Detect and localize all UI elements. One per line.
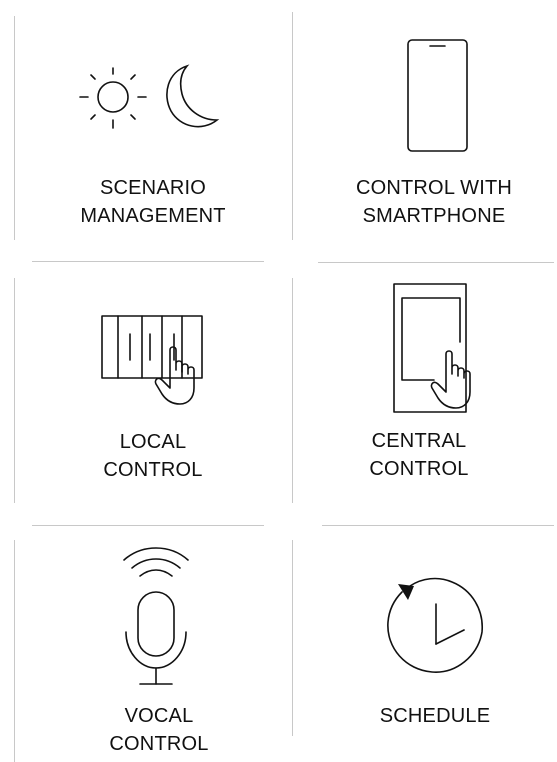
- label-line: SMARTPHONE: [362, 205, 506, 227]
- divider-horizontal-row1-right: [318, 262, 554, 263]
- tablet-touch-icon: [392, 282, 502, 414]
- label-line: CONTROL: [103, 459, 203, 481]
- feature-label-central: CENTRAL CONTROL: [334, 427, 504, 483]
- feature-label-vocal: VOCAL CONTROL: [84, 702, 234, 758]
- divider-horizontal-row2-right: [322, 525, 554, 526]
- divider-left-row3: [14, 540, 15, 762]
- divider-left-row1: [14, 16, 15, 240]
- label-line: CONTROL: [369, 458, 469, 480]
- label-line: CENTRAL: [371, 430, 467, 452]
- feature-label-schedule: SCHEDULE: [350, 702, 520, 730]
- divider-horizontal-row2-left: [32, 525, 264, 526]
- label-line: MANAGEMENT: [80, 205, 226, 227]
- feature-label-scenario: SCENARIO MANAGEMENT: [58, 174, 248, 230]
- feature-label-smartphone: CONTROL WITH SMARTPHONE: [334, 174, 534, 230]
- divider-center-row1: [292, 12, 293, 240]
- label-line: SCENARIO: [99, 177, 207, 199]
- feature-label-local: LOCAL CONTROL: [58, 428, 248, 484]
- label-line: LOCAL: [119, 431, 187, 453]
- divider-center-row3: [292, 540, 293, 736]
- label-line: CONTROL: [109, 733, 209, 755]
- sun-moon-icon: [76, 60, 226, 140]
- label-line: VOCAL: [124, 705, 194, 727]
- voice-microphone-icon: [118, 544, 194, 694]
- wall-switch-touch-icon: [100, 310, 210, 410]
- divider-left-row2: [14, 278, 15, 503]
- clock-icon: [384, 574, 486, 676]
- divider-center-row2: [292, 278, 293, 503]
- label-line: SCHEDULE: [379, 705, 491, 727]
- label-line: CONTROL WITH: [355, 177, 513, 199]
- smartphone-icon: [406, 38, 470, 154]
- divider-horizontal-row1-left: [32, 261, 264, 262]
